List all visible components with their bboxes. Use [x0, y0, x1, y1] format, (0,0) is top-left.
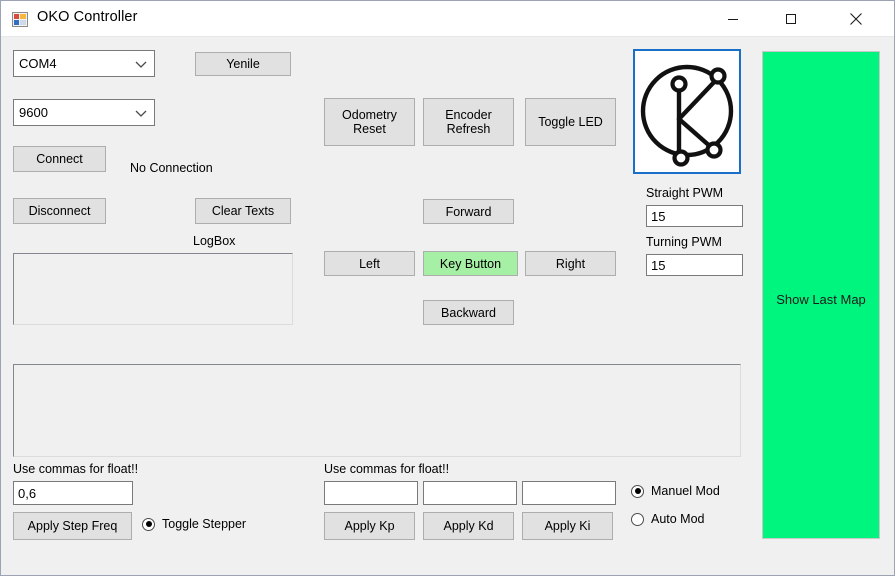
odometry-reset-button[interactable]: Odometry Reset — [324, 98, 415, 146]
kp-input[interactable] — [324, 481, 418, 505]
key-button[interactable]: Key Button — [423, 251, 518, 276]
clear-texts-button[interactable]: Clear Texts — [195, 198, 291, 224]
logo-picturebox — [633, 49, 741, 174]
connect-button[interactable]: Connect — [13, 146, 106, 172]
minimize-icon — [728, 18, 738, 20]
stepper-hint-label: Use commas for float!! — [13, 462, 139, 476]
radio-indicator — [631, 484, 644, 498]
chevron-down-icon — [135, 56, 147, 71]
manual-mode-radio[interactable]: Manuel Mod — [631, 484, 720, 498]
logbox-textarea[interactable] — [13, 253, 293, 325]
left-button[interactable]: Left — [324, 251, 415, 276]
forward-button[interactable]: Forward — [423, 199, 514, 224]
oko-logo-icon — [640, 64, 734, 167]
manual-mode-label: Manuel Mod — [651, 484, 720, 498]
step-freq-input[interactable]: 0,6 — [13, 481, 133, 505]
maximize-button[interactable] — [768, 1, 814, 36]
kd-input[interactable] — [423, 481, 517, 505]
toggle-led-button[interactable]: Toggle LED — [525, 98, 616, 146]
toggle-stepper-label: Toggle Stepper — [162, 517, 247, 531]
straight-pwm-input[interactable]: 15 — [646, 205, 743, 227]
backward-button[interactable]: Backward — [423, 300, 514, 325]
title-bar: OKO Controller — [1, 1, 894, 37]
radio-indicator — [142, 517, 155, 531]
apply-kp-button[interactable]: Apply Kp — [324, 512, 415, 540]
apply-ki-button[interactable]: Apply Ki — [522, 512, 613, 540]
baud-rate-value: 9600 — [19, 105, 48, 120]
radio-indicator — [631, 512, 644, 526]
apply-step-freq-button[interactable]: Apply Step Freq — [13, 512, 132, 540]
logbox-label: LogBox — [193, 234, 236, 248]
baud-rate-select[interactable]: 9600 — [13, 99, 155, 126]
close-button[interactable] — [833, 1, 879, 36]
minimize-button[interactable] — [710, 1, 756, 36]
disconnect-button[interactable]: Disconnect — [13, 198, 106, 224]
straight-pwm-label: Straight PWM — [646, 186, 724, 200]
show-last-map-panel[interactable]: Show Last Map — [762, 51, 880, 539]
chevron-down-icon — [135, 105, 147, 120]
ki-input[interactable] — [522, 481, 616, 505]
show-last-map-label: Show Last Map — [776, 292, 866, 307]
auto-mode-label: Auto Mod — [651, 512, 705, 526]
apply-kd-button[interactable]: Apply Kd — [423, 512, 514, 540]
close-icon — [850, 12, 862, 25]
window-title: OKO Controller — [37, 9, 138, 25]
refresh-ports-button[interactable]: Yenile — [195, 52, 291, 76]
turning-pwm-input[interactable]: 15 — [646, 254, 743, 276]
app-window: OKO Controller COM4 9600 Yenile Connect … — [0, 0, 895, 576]
pid-hint-label: Use commas for float!! — [324, 462, 450, 476]
maximize-icon — [786, 13, 796, 24]
right-button[interactable]: Right — [525, 251, 616, 276]
encoder-refresh-button[interactable]: Encoder Refresh — [423, 98, 514, 146]
com-port-select[interactable]: COM4 — [13, 50, 155, 77]
toggle-stepper-radio[interactable]: Toggle Stepper — [142, 517, 246, 531]
turning-pwm-label: Turning PWM — [646, 235, 722, 249]
output-textarea[interactable] — [13, 364, 741, 457]
com-port-value: COM4 — [19, 56, 57, 71]
connection-status: No Connection — [130, 161, 213, 175]
auto-mode-radio[interactable]: Auto Mod — [631, 512, 705, 526]
app-icon — [12, 11, 29, 28]
